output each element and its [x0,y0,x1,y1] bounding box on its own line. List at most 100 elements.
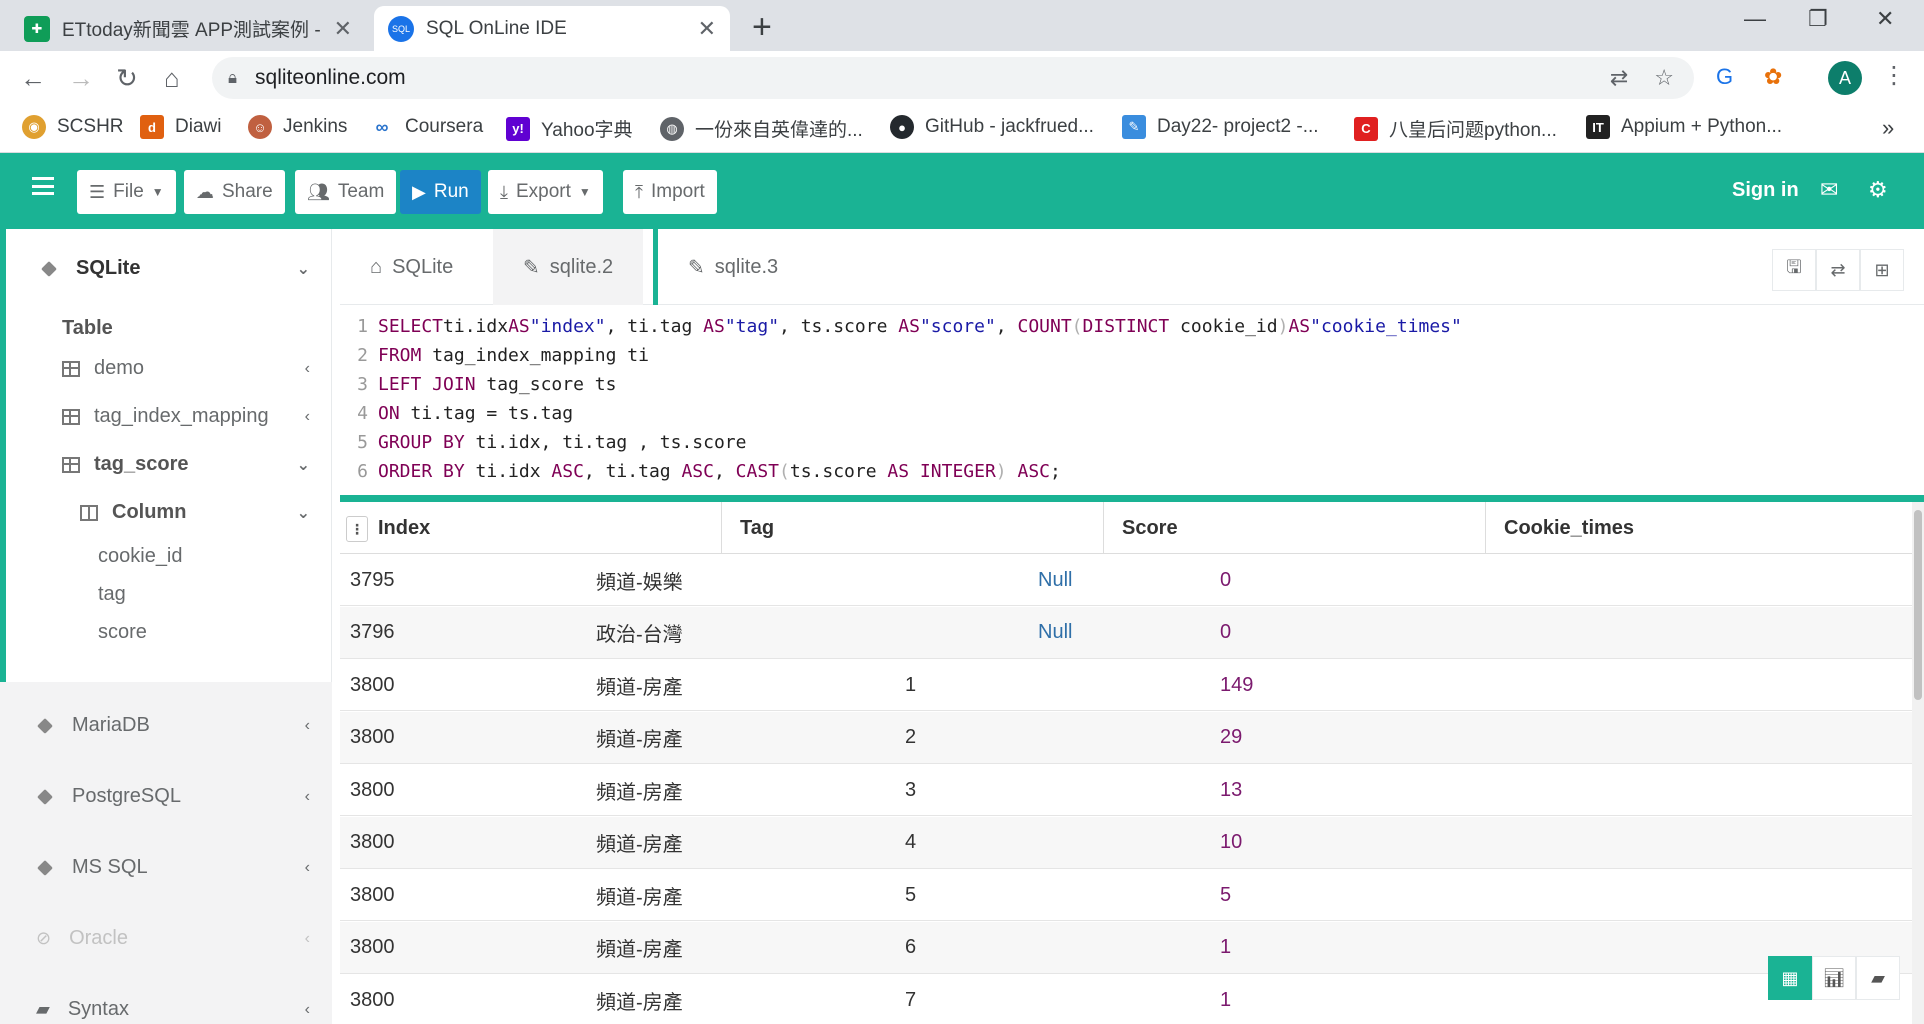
star-icon[interactable]: ☆ [1654,65,1674,91]
tab-sqlite[interactable]: ⌂ SQLite [340,229,483,305]
forward-icon[interactable]: → [68,63,94,94]
column-cookie-id[interactable]: cookie_id [98,545,183,568]
swap-icon[interactable]: ⇄ [1816,249,1860,291]
bookmark-github[interactable]: ● GitHub - jackfrued... [890,115,1094,139]
sql-icon: SQL [388,15,414,42]
bookmarks-bar: ◉ SCSHR d Diawi ☺ Jenkins ∞ Coursera y! Yahoo… [0,105,1924,153]
table-row[interactable]: 3795 頻道-娛樂 Null 0 [340,554,1912,606]
gear-icon[interactable]: ⚙ [1868,177,1888,203]
bookmark-coursera[interactable]: ∞ Coursera [370,115,483,139]
scrollbar-thumb[interactable] [1914,510,1922,700]
profile-avatar[interactable]: A [1828,61,1862,95]
bookmark-scshr[interactable]: ◉ SCSHR [22,115,124,139]
back-icon[interactable]: ← [20,63,46,94]
add-tab-icon[interactable]: ⊞ [1860,249,1904,291]
window-close-icon[interactable]: ✕ [1876,6,1894,32]
sidebar-item-syntax[interactable]: ▰ Syntax ‹ [36,998,310,1021]
run-button[interactable]: ▶ Run [400,170,481,214]
export-menu-button[interactable]: ⤓ Export ▼ [488,170,603,214]
table-row[interactable]: 3800 頻道-房產 7 1 [340,974,1912,1024]
bookmark-jenkins[interactable]: ☺ Jenkins [248,115,347,139]
table-icon [62,360,80,377]
sidebar-item-mssql[interactable]: MS SQL ‹ [36,856,310,879]
table-row[interactable]: 3800 頻道-房產 5 5 [340,869,1912,921]
sidebar-table-demo[interactable]: demo ‹ [62,357,310,380]
mail-icon[interactable]: ✉ [1820,177,1838,203]
cell-index: 3800 [350,936,395,958]
column-section-header[interactable]: Column ⌄ [80,501,310,524]
column-tag[interactable]: tag [98,583,126,606]
minimize-icon[interactable]: — [1744,6,1766,32]
extension-icon[interactable]: ✿ [1764,64,1782,90]
url-input[interactable]: 🔒︎ sqliteonline.com ⇄ ☆ [212,57,1694,99]
file-menu-button[interactable]: ☰ File ▼ [77,170,176,214]
sidebar-table-tag-index-mapping[interactable]: tag_index_mapping ‹ [62,405,310,428]
column-header-index[interactable]: ⋮ Index [340,502,722,554]
bookmark-csdn[interactable]: C 八皇后问题python... [1354,115,1557,142]
home-icon[interactable]: ⌂ [164,63,180,94]
tab-sqlite-2[interactable]: ✎ sqlite.2 [493,229,644,305]
editor-results-splitter[interactable] [340,495,1924,502]
reload-icon[interactable]: ↻ [116,63,138,94]
bookmark-yahoo[interactable]: y! Yahoo字典 [506,115,633,142]
table-row[interactable]: 3800 頻道-房產 3 13 [340,764,1912,816]
column-header-score[interactable]: Score [1104,502,1486,554]
import-button[interactable]: ⤒ Import [623,170,717,214]
table-view-icon[interactable]: ▦ [1768,956,1812,1000]
code-line-6: 6 ORDER BY ti.idx ASC, ti.tag ASC, CAST(t… [357,461,1061,482]
database-icon: ☰ [89,181,106,202]
chevron-left-icon: ‹ [304,929,310,947]
table-row[interactable]: 3800 頻道-房產 6 1 [340,921,1912,974]
cube-icon [36,859,54,877]
sidebar-table-tag-score[interactable]: tag_score ⌄ [62,453,310,476]
table-row[interactable]: 3800 頻道-房產 2 29 [340,711,1912,764]
sidebar-item-sqlite[interactable]: SQLite ⌄ [40,257,310,280]
restore-icon[interactable]: ❐ [1808,6,1828,32]
bookmark-nvidia[interactable]: ◍ 一份來自英偉達的... [660,115,863,142]
tab-title: ETtoday新聞雲 APP測試案例 - G [62,20,326,41]
chart-view-icon[interactable]: 📊︎ [1812,956,1856,1000]
results-scrollbar[interactable] [1912,502,1924,1024]
globe-icon: ◉ [22,115,46,139]
cell-score: Null [1038,621,1073,643]
close-icon[interactable]: ✕ [334,16,352,42]
google-translate-icon[interactable]: G [1716,64,1733,90]
tab-title: SQL OnLine IDE [426,17,567,39]
share-button[interactable]: ☁ Share [184,170,285,214]
column-score[interactable]: score [98,621,147,644]
edit-icon: ✎ [688,256,705,279]
grid-menu-icon[interactable]: ⋮ [346,516,368,542]
bookmark-diawi[interactable]: d Diawi [140,115,221,139]
cell-cookie-times: 29 [1220,726,1243,748]
sign-in-link[interactable]: Sign in [1732,179,1799,202]
team-button[interactable]: 👥︎ Team [295,170,397,214]
caret-down-icon: ▼ [578,185,591,199]
tab-sqlite-3[interactable]: ✎ sqlite.3 [658,229,808,305]
code-line-2: 2 FROM tag_index_mapping ti [357,345,649,366]
translate-icon[interactable]: ⇄ [1610,65,1628,91]
column-header-cookie-times[interactable]: Cookie_times [1486,502,1912,554]
new-tab-button[interactable]: + [752,8,772,47]
close-icon[interactable]: ✕ [698,16,716,42]
results-grid: ⋮ Index Tag Score Cookie_times 3795 頻道-娛樂… [340,502,1924,1024]
bookmark-ithome[interactable]: ✎ Day22- project2 -... [1122,115,1319,139]
table-row[interactable]: 3800 頻道-房產 4 10 [340,816,1912,869]
save-icon[interactable]: 🖫︎ [1772,249,1816,291]
cell-index: 3795 [350,568,395,591]
cell-cookie-times: 1 [1220,936,1232,958]
bookmark-appium[interactable]: IT Appium + Python... [1586,115,1782,139]
sidebar-item-postgresql[interactable]: PostgreSQL ‹ [36,785,310,808]
browser-tab-sheets[interactable]: ✚ ETtoday新聞雲 APP測試案例 - G ✕ [10,6,366,51]
sidebar-item-oracle[interactable]: ⊘ Oracle ‹ [36,927,310,950]
notes-view-icon[interactable]: ▰ [1856,956,1900,1000]
table-row[interactable]: 3800 頻道-房產 1 149 [340,659,1912,711]
column-header-tag[interactable]: Tag [722,502,1104,554]
ban-icon: ⊘ [36,928,52,948]
sql-editor[interactable]: 1 SELECT ti.idx AS "index", ti.tag AS "ta… [340,305,1924,495]
table-row[interactable]: 3796 政治-台灣 Null 0 [340,606,1912,659]
browser-menu-icon[interactable]: ⋮ [1882,61,1906,90]
bookmarks-overflow-icon[interactable]: » [1882,115,1894,141]
browser-tab-sqlonline[interactable]: SQL SQL OnLine IDE ✕ [374,6,730,51]
sidebar-item-mariadb[interactable]: MariaDB ‹ [36,714,310,737]
hamburger-icon[interactable] [32,177,54,195]
